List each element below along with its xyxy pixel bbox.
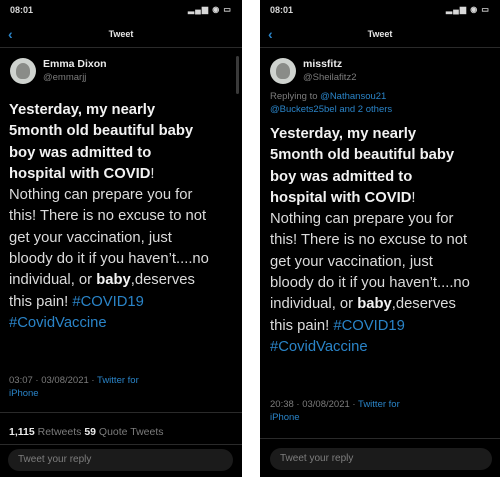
tweet-text: Yesterday, my nearly 5month old beautifu… <box>9 100 241 334</box>
nav-bar: ‹ Tweet <box>0 26 242 46</box>
status-bar: 08:01 ▂▄▆ ◉ ▭ <box>10 5 232 19</box>
avatar[interactable] <box>10 58 36 84</box>
hashtag-link[interactable]: #COVID19 <box>333 318 405 334</box>
divider <box>260 438 500 439</box>
tweet-segment: this pain! <box>270 317 334 334</box>
tweet-bold-word: baby <box>96 272 131 289</box>
nav-title: Tweet <box>367 29 393 39</box>
tweet-timestamp: 20:38 · 03/08/2021 · <box>270 399 359 410</box>
reply-input[interactable]: Tweet your reply <box>8 449 233 471</box>
engagement-counts: 1,115 Retweets 59 Quote Tweets <box>9 426 164 438</box>
tweet-exclamation: ! <box>150 165 155 182</box>
nav-bar: ‹ Tweet <box>260 26 500 46</box>
tweet-line: hospital with COVID <box>270 189 412 206</box>
tweet-line: Yesterday, my nearly <box>270 126 417 142</box>
mention-link[interactable]: @Nathansou21 <box>320 91 386 102</box>
tweet-client-link[interactable]: iPhone <box>9 387 234 400</box>
status-time: 08:01 <box>270 5 294 15</box>
status-time: 08:01 <box>10 5 34 15</box>
tweet-line: boy was admitted to <box>270 168 413 185</box>
tweet-meta: 03:07 · 03/08/2021 · Twitter for iPhone <box>9 374 234 400</box>
tweet-text: Yesterday, my nearly 5month old beautifu… <box>270 124 500 358</box>
tweet-line: Nothing can prepare you for <box>9 187 193 204</box>
tweet-segment: individual, or <box>270 296 358 313</box>
quote-count[interactable]: 59 <box>84 426 96 438</box>
tweet-line: bloody do it if you haven’t....no <box>270 275 470 292</box>
hashtag-link[interactable]: #CovidVaccine <box>270 337 500 358</box>
retweets-label[interactable]: Retweets <box>35 426 85 438</box>
quotes-label[interactable]: Quote Tweets <box>96 426 164 438</box>
tweet-meta: 20:38 · 03/08/2021 · Twitter for iPhone <box>270 398 495 424</box>
tweet-client-link[interactable]: iPhone <box>270 411 495 424</box>
tweet-client-link[interactable]: Twitter for <box>358 399 400 410</box>
tweet-line: hospital with COVID <box>9 165 151 182</box>
divider <box>0 444 242 445</box>
tweet-segment: ,deserves <box>130 272 195 289</box>
tweet-line: this! There is no excuse to not <box>9 208 207 225</box>
tweet-timestamp: 03:07 · 03/08/2021 · <box>9 375 98 386</box>
tweet-client-link[interactable]: Twitter for <box>97 375 139 386</box>
left-screenshot: 08:01 ▂▄▆ ◉ ▭ ‹ Tweet Emma Dixon @emmarj… <box>0 0 242 477</box>
tweet-segment: this pain! <box>9 293 73 310</box>
status-bar: 08:01 ▂▄▆ ◉ ▭ <box>270 5 490 19</box>
tweet-exclamation: ! <box>411 189 416 206</box>
replying-to: Replying to @Nathansou21 @Buckets25bel a… <box>270 90 495 116</box>
tweet-line: bloody do it if you haven’t....no <box>9 251 209 268</box>
tweet-line: Yesterday, my nearly <box>9 102 156 118</box>
replying-prefix: Replying to <box>270 91 321 102</box>
right-screenshot: 08:01 ▂▄▆ ◉ ▭ ‹ Tweet missfitz @Sheilafi… <box>260 0 500 477</box>
avatar[interactable] <box>270 58 296 84</box>
tweet-line: 5month old beautiful baby <box>270 147 455 164</box>
mention-link[interactable]: @Buckets25bel and 2 others <box>270 103 495 116</box>
tweet-line: Nothing can prepare you for <box>270 211 454 228</box>
reply-input[interactable]: Tweet your reply <box>270 448 492 470</box>
tweet-line: get your vaccination, just <box>270 253 433 270</box>
tweet-bold-word: baby <box>357 296 392 313</box>
signal-wifi-battery-icons: ▂▄▆ ◉ ▭ <box>188 5 232 14</box>
divider <box>260 47 500 48</box>
tweet-segment: individual, or <box>9 272 97 289</box>
divider <box>0 47 242 48</box>
author-handle[interactable]: @Sheilafitz2 <box>303 72 356 83</box>
scrollbar[interactable] <box>236 56 239 94</box>
tweet-line: get your vaccination, just <box>9 229 172 246</box>
hashtag-link[interactable]: #CovidVaccine <box>9 313 241 334</box>
tweet-line: 5month old beautiful baby <box>9 123 194 140</box>
tweet-line: boy was admitted to <box>9 144 152 161</box>
retweet-count[interactable]: 1,115 <box>9 426 35 438</box>
tweet-segment: ,deserves <box>391 296 456 313</box>
divider <box>0 412 242 413</box>
signal-wifi-battery-icons: ▂▄▆ ◉ ▭ <box>446 5 490 14</box>
nav-title: Tweet <box>108 29 134 39</box>
hashtag-link[interactable]: #COVID19 <box>72 294 144 310</box>
author-handle[interactable]: @emmarjj <box>43 72 86 83</box>
author-name[interactable]: missfitz <box>303 58 342 70</box>
author-name[interactable]: Emma Dixon <box>43 58 107 70</box>
tweet-line: this! There is no excuse to not <box>270 232 468 249</box>
